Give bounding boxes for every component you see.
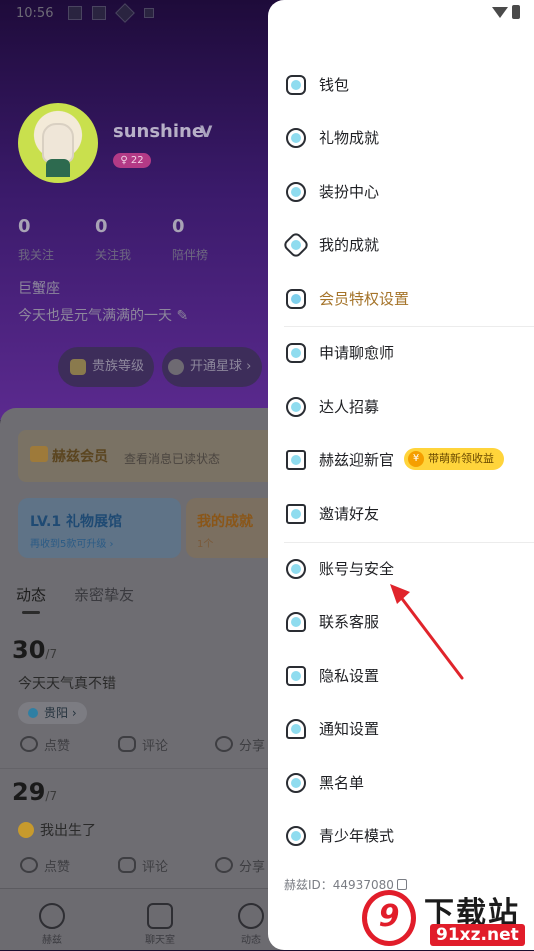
- comment-button[interactable]: 评论: [118, 856, 168, 875]
- heart-icon: [20, 857, 38, 873]
- heart-chat-icon: [286, 343, 306, 363]
- nav-hertz[interactable]: 赫兹: [22, 889, 82, 951]
- active-tab-indicator: [22, 611, 40, 614]
- menu-wallet[interactable]: 钱包: [268, 66, 534, 106]
- following-count[interactable]: 0: [18, 216, 31, 237]
- level-badge: ♀ 22: [113, 153, 151, 168]
- watermark-url: 91xz.net: [430, 924, 525, 946]
- noble-level-button[interactable]: 贵族等级: [58, 347, 154, 387]
- motto[interactable]: 今天也是元气满满的一天 ✎: [18, 305, 188, 325]
- menu-notification-settings[interactable]: 通知设置: [268, 710, 534, 750]
- member-subtitle: 查看消息已读状态: [124, 452, 221, 466]
- home-icon: [39, 903, 65, 929]
- post-date: 29/7: [12, 778, 58, 806]
- blacklist-icon: [286, 773, 306, 793]
- like-button[interactable]: 点赞: [20, 856, 70, 875]
- comment-icon: [118, 736, 136, 752]
- id-card-icon: [286, 450, 306, 470]
- gift-gallery-subtitle: 再收到5款可升级 ›: [30, 539, 114, 550]
- like-button[interactable]: 点赞: [20, 735, 70, 754]
- tab-close-friends[interactable]: 亲密挚友: [74, 584, 134, 605]
- star-icon: [281, 230, 311, 260]
- location-tag[interactable]: 贵阳 ›: [18, 702, 87, 724]
- status-time: 10:56: [16, 6, 54, 21]
- comment-icon: [118, 857, 136, 873]
- annotation-arrow: [390, 584, 464, 680]
- menu-dressup-center[interactable]: 装扮中心: [268, 173, 534, 213]
- app-icon: [115, 3, 135, 23]
- planet-icon: [168, 359, 184, 375]
- heart-icon: [20, 736, 38, 752]
- share-icon: [215, 857, 233, 873]
- menu-apply-healer[interactable]: 申请聊愈师: [268, 334, 534, 374]
- watermark: 9 下载站 91xz.net: [358, 888, 534, 950]
- account-security-icon: [286, 559, 306, 579]
- verified-v-icon: V: [200, 122, 213, 141]
- menu-member-privileges[interactable]: 会员特权设置: [268, 280, 534, 320]
- lock-icon: [286, 666, 306, 686]
- nav-feed[interactable]: 动态: [234, 889, 268, 951]
- followers-count[interactable]: 0: [95, 216, 108, 237]
- companion-label: 陪伴榜: [172, 248, 209, 262]
- sun-emoji-icon: [18, 822, 34, 838]
- gift-achievement-icon: [286, 128, 306, 148]
- menu-newcomer-officer[interactable]: 赫兹迎新官 ¥ 带萌新领收益: [268, 441, 534, 481]
- wifi-icon: [492, 7, 508, 18]
- headset-icon: [286, 612, 306, 632]
- share-button[interactable]: 分享: [215, 856, 265, 875]
- companion-count[interactable]: 0: [172, 216, 185, 237]
- app-icon: [144, 8, 154, 18]
- member-icon: [30, 446, 48, 462]
- member-title: 赫兹会员: [52, 449, 108, 465]
- menu-divider: [284, 542, 534, 543]
- menu-blacklist[interactable]: 黑名单: [268, 764, 534, 804]
- location-icon: [28, 708, 38, 718]
- tab-feed[interactable]: 动态: [16, 584, 46, 605]
- menu-my-achievements[interactable]: 我的成就: [268, 226, 534, 266]
- share-button[interactable]: 分享: [215, 735, 265, 754]
- post-date: 30/7: [12, 636, 58, 664]
- zodiac: 巨蟹座: [18, 281, 60, 297]
- invite-icon: [286, 504, 306, 524]
- menu-gift-achievement[interactable]: 礼物成就: [268, 119, 534, 159]
- following-label: 我关注: [18, 248, 55, 262]
- wallet-icon: [286, 75, 306, 95]
- achievement-title: 我的成就: [197, 514, 253, 530]
- bell-icon: [286, 719, 306, 739]
- menu-youth-mode[interactable]: 青少年模式: [268, 817, 534, 857]
- battery-icon: [512, 5, 520, 19]
- notification-icon: [68, 6, 82, 20]
- edit-icon[interactable]: ✎: [176, 308, 188, 324]
- achievement-subtitle: 1个: [197, 539, 214, 550]
- dressup-icon: [286, 182, 306, 202]
- coin-icon: ¥: [408, 451, 424, 467]
- notification-icon: [92, 6, 106, 20]
- nav-chatroom[interactable]: 聊天室: [130, 889, 190, 951]
- post-text: 今天天气真不错: [18, 676, 116, 692]
- youth-mode-icon: [286, 826, 306, 846]
- watermark-logo: 9: [362, 890, 416, 946]
- promo-badge: ¥ 带萌新领收益: [404, 448, 504, 470]
- open-planet-button[interactable]: 开通星球 ›: [162, 347, 262, 387]
- followers-label: 关注我: [95, 248, 132, 262]
- feed-icon: [238, 903, 264, 929]
- share-icon: [215, 736, 233, 752]
- noble-icon: [70, 359, 86, 375]
- gift-gallery-title: LV.1 礼物展馆: [30, 514, 122, 530]
- menu-invite-friends[interactable]: 邀请好友: [268, 495, 534, 535]
- avatar[interactable]: [18, 103, 98, 183]
- divider: [0, 768, 280, 769]
- menu-divider: [284, 326, 534, 327]
- menu-talent-recruit[interactable]: 达人招募: [268, 388, 534, 428]
- username: sunshine: [113, 121, 205, 142]
- badge-icon: [286, 397, 306, 417]
- crown-icon: [286, 289, 306, 309]
- chatroom-icon: [147, 903, 173, 929]
- post-text: 我出生了: [40, 823, 96, 839]
- comment-button[interactable]: 评论: [118, 735, 168, 754]
